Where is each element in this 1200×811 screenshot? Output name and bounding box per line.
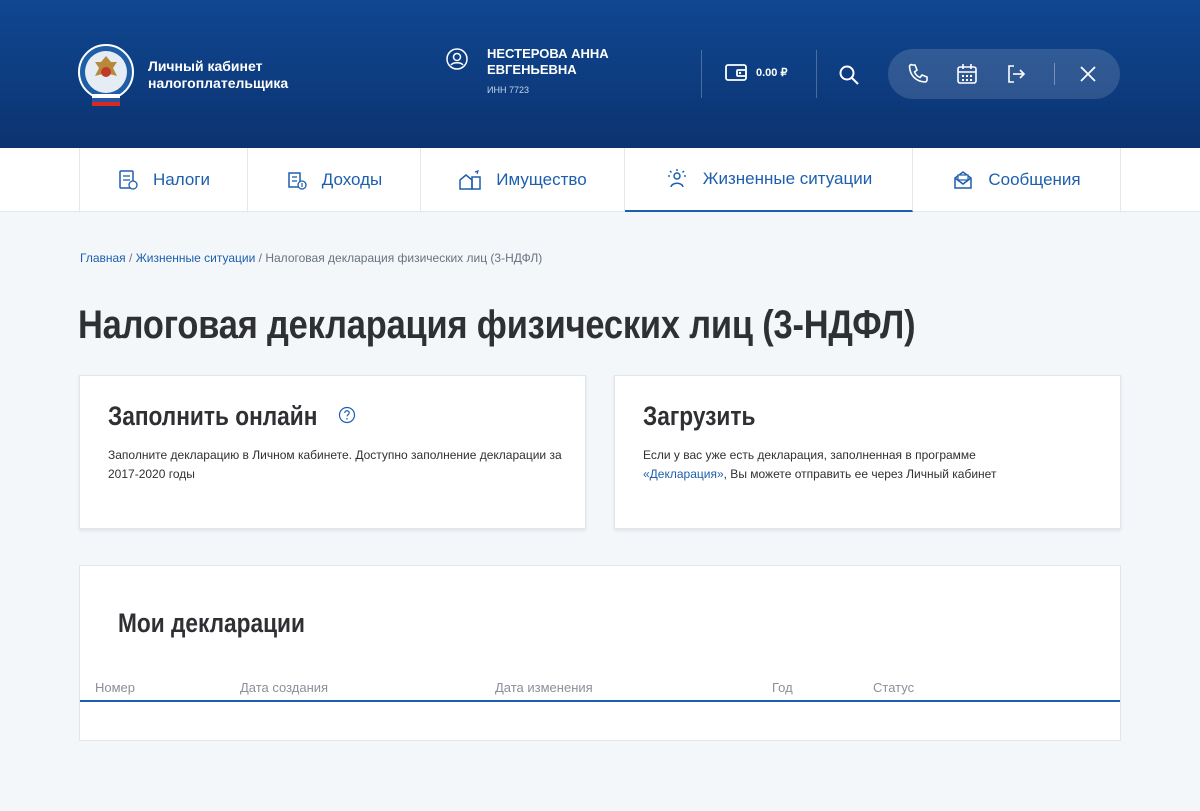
tab-life-situations-label: Жизненные ситуации — [702, 169, 873, 188]
upload-title: Загрузить — [643, 401, 756, 431]
brand-line-1: Личный кабинет — [148, 58, 263, 74]
tab-taxes-label: Налоги — [153, 170, 210, 189]
header-divider — [701, 50, 702, 98]
user-name-line-2: ЕВГЕНЬЕВНА — [487, 62, 577, 77]
calendar-icon[interactable] — [955, 62, 979, 86]
user-name-line-1: НЕСТЕРОВА АННА — [487, 46, 609, 61]
upload-card[interactable]: Загрузить Если у вас уже есть декларация… — [614, 375, 1121, 529]
tab-income[interactable]: Доходы — [248, 148, 421, 212]
column-modified-date[interactable]: Дата изменения — [495, 680, 593, 695]
header-actions-pill — [888, 49, 1120, 99]
column-status[interactable]: Статус — [873, 680, 914, 695]
pill-divider — [1054, 63, 1055, 85]
tab-life-situations[interactable]: Жизненные ситуации — [625, 148, 913, 212]
fill-online-card[interactable]: Заполнить онлайн Заполните декларацию в … — [79, 375, 586, 529]
column-year[interactable]: Год — [772, 680, 793, 695]
wallet-icon — [725, 64, 747, 81]
balance-button[interactable]: 0.00 ₽ — [724, 62, 787, 82]
breadcrumb: Главная / Жизненные ситуации / Налоговая… — [80, 251, 542, 265]
breadcrumb-section-link[interactable]: Жизненные ситуации — [136, 251, 256, 265]
upload-text-before: Если у вас уже есть декларация, заполнен… — [643, 448, 976, 462]
breadcrumb-home-link[interactable]: Главная — [80, 251, 126, 265]
declaration-program-link[interactable]: «Декларация» — [643, 467, 724, 481]
balance-amount: 0.00 ₽ — [756, 66, 788, 79]
main-nav-tabs: Налоги Доходы Имущество Жизненные ситуац… — [0, 148, 1200, 212]
upload-description: Если у вас уже есть декларация, заполнен… — [643, 446, 1063, 484]
brand-line-2: налогоплательщика — [148, 75, 289, 91]
logout-icon[interactable] — [1005, 63, 1027, 85]
declarations-table-header: Номер Дата создания Дата изменения Год С… — [80, 678, 1120, 702]
life-situations-icon — [667, 169, 686, 188]
tab-messages[interactable]: Сообщения — [913, 148, 1121, 212]
my-declarations-title: Мои декларации — [118, 608, 305, 638]
tab-taxes[interactable]: Налоги — [79, 148, 248, 212]
header: Личный кабинет налогоплательщика НЕСТЕРО… — [0, 0, 1200, 148]
fill-online-description: Заполните декларацию в Личном кабинете. … — [108, 448, 562, 481]
column-number[interactable]: Номер — [95, 680, 135, 695]
user-name[interactable]: НЕСТЕРОВА АННА ЕВГЕНЬЕВНА — [487, 46, 609, 78]
breadcrumb-current: Налоговая декларация физических лиц (3-Н… — [265, 251, 543, 265]
property-icon — [459, 170, 482, 190]
messages-icon — [954, 171, 973, 189]
fill-online-title: Заполнить онлайн — [108, 401, 318, 431]
help-icon[interactable] — [338, 406, 356, 424]
user-profile-icon[interactable] — [446, 48, 468, 70]
user-inn: ИНН 7723 — [487, 85, 529, 95]
brand-title[interactable]: Личный кабинет налогоплательщика — [148, 58, 288, 92]
fns-emblem-logo[interactable] — [78, 42, 134, 112]
phone-icon[interactable] — [906, 62, 930, 86]
close-icon[interactable] — [1078, 64, 1098, 84]
breadcrumb-separator: / — [255, 251, 266, 265]
header-divider — [816, 50, 817, 98]
my-declarations-panel: Мои декларации Номер Дата создания Дата … — [79, 565, 1121, 741]
income-icon — [288, 172, 307, 190]
search-icon[interactable] — [838, 64, 860, 86]
tab-messages-label: Сообщения — [988, 170, 1081, 189]
column-created-date[interactable]: Дата создания — [240, 680, 328, 695]
upload-text-after: , Вы можете отправить ее через Личный ка… — [723, 467, 997, 481]
tab-property[interactable]: Имущество — [421, 148, 625, 212]
tab-income-label: Доходы — [321, 170, 383, 189]
page-title: Налоговая декларация физических лиц (3-Н… — [78, 303, 916, 347]
taxes-icon — [119, 170, 138, 190]
tab-property-label: Имущество — [496, 170, 587, 189]
breadcrumb-separator: / — [125, 251, 136, 265]
